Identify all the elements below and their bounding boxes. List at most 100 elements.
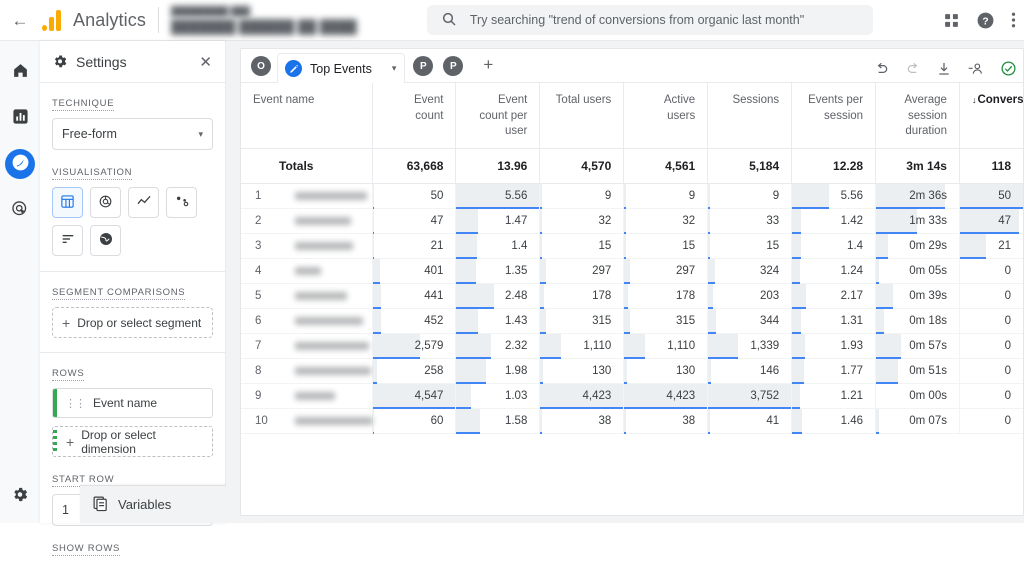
- metric-cell: 1.58: [455, 408, 541, 434]
- totals-cell: 4,570: [539, 148, 625, 184]
- metric-cell: 0: [959, 383, 1023, 409]
- event-name-cell[interactable]: 6: [241, 308, 373, 334]
- cell-bar: [540, 308, 547, 334]
- metric-cell: 0m 29s: [875, 233, 960, 259]
- apps-grid-icon[interactable]: [943, 12, 960, 29]
- metric-cell: 50: [959, 183, 1023, 209]
- sidebar-item-advertising[interactable]: [5, 195, 35, 225]
- row-dimension-chip[interactable]: ⋮⋮ Event name: [52, 388, 213, 418]
- table-row[interactable]: 9 4,547 1.03 4,423 4,423 3,752 1.21 0m 00s 0: [241, 383, 1023, 409]
- column-header[interactable]: Average session duration: [875, 83, 960, 149]
- cell-bar: [372, 333, 420, 359]
- settings-panel-header: Settings ✕: [40, 41, 225, 83]
- redo-icon[interactable]: [905, 61, 921, 77]
- table-row[interactable]: 8 258 1.98 130 130 146 1.77 0m 51s 0: [241, 358, 1023, 384]
- chevron-down-icon[interactable]: ▾: [392, 63, 397, 74]
- sidebar-item-admin[interactable]: [5, 479, 35, 509]
- cell-bar: [372, 308, 381, 334]
- viz-option-bar-chart[interactable]: [52, 225, 83, 256]
- column-header-label: Sessions: [732, 94, 780, 106]
- column-header[interactable]: Active users: [623, 83, 709, 149]
- close-icon[interactable]: ✕: [196, 50, 215, 74]
- metric-cell: 47: [372, 208, 457, 234]
- column-header[interactable]: Event name: [241, 83, 373, 149]
- brand[interactable]: Analytics: [40, 9, 146, 31]
- download-icon[interactable]: [936, 61, 952, 77]
- cell-value: 344: [759, 314, 780, 327]
- viz-option-scatter-chart[interactable]: [166, 187, 197, 218]
- tab-avatar-p2[interactable]: P: [443, 56, 464, 76]
- metric-cell: 258: [372, 358, 457, 384]
- metric-cell: 1.31: [791, 308, 877, 334]
- explore-icon: [11, 153, 30, 175]
- metric-cell: 1.46: [791, 408, 877, 434]
- sidebar-item-reports[interactable]: [5, 103, 35, 133]
- search-box[interactable]: [426, 5, 873, 35]
- column-header[interactable]: ↓Conversions: [959, 83, 1023, 149]
- sidebar-item-explore[interactable]: [5, 149, 35, 179]
- metric-cell: 15: [623, 233, 709, 259]
- cell-bar: [456, 333, 492, 359]
- cell-value: 0m 51s: [909, 364, 947, 377]
- event-name-cell[interactable]: 10: [241, 408, 373, 434]
- cell-value: 47: [430, 214, 444, 227]
- help-icon[interactable]: ?: [976, 11, 995, 30]
- event-name-cell[interactable]: 4: [241, 258, 373, 284]
- metric-cell: 0m 18s: [875, 308, 960, 334]
- event-name-cell[interactable]: 9: [241, 383, 373, 409]
- cell-bar: [876, 258, 880, 284]
- metric-cell: 15: [539, 233, 625, 259]
- share-person-icon[interactable]: [967, 61, 985, 77]
- event-name-cell[interactable]: 8: [241, 358, 373, 384]
- viz-option-line-chart[interactable]: [128, 187, 159, 218]
- sidebar-item-home[interactable]: [5, 57, 35, 87]
- table-row[interactable]: 3 21 1.4 15 15 15 1.4 0m 29s 21: [241, 233, 1023, 259]
- add-tab-button[interactable]: +: [475, 52, 501, 78]
- cell-bar: [624, 258, 630, 284]
- metric-cell: 1.24: [791, 258, 877, 284]
- viz-option-geo-map[interactable]: [90, 225, 121, 256]
- tab-top-events[interactable]: Top Events ▾: [277, 53, 406, 83]
- event-name-cell[interactable]: 1: [241, 183, 373, 209]
- column-header[interactable]: Sessions: [707, 83, 793, 149]
- segment-drop-zone[interactable]: + Drop or select segment: [52, 307, 213, 338]
- table-row[interactable]: 5 441 2.48 178 178 203 2.17 0m 39s 0: [241, 283, 1023, 309]
- table-row[interactable]: 2 47 1.47 32 32 33 1.42 1m 33s 47: [241, 208, 1023, 234]
- technique-select[interactable]: Free-form ▾: [52, 118, 213, 150]
- event-name-cell[interactable]: 7: [241, 333, 373, 359]
- arrow-left-icon[interactable]: ←: [0, 12, 40, 29]
- table-row[interactable]: 1 50 5.56 9 9 9 5.56 2m 36s 50: [241, 183, 1023, 209]
- viz-option-table-chart[interactable]: [52, 187, 83, 218]
- drag-handle-icon[interactable]: ⋮⋮: [65, 397, 86, 410]
- event-name-cell[interactable]: 3: [241, 233, 373, 259]
- event-name-cell[interactable]: 2: [241, 208, 373, 234]
- dimension-drop-zone[interactable]: + Drop or select dimension: [52, 426, 213, 457]
- column-header[interactable]: Events per session: [791, 83, 877, 149]
- cell-bar: [792, 408, 803, 434]
- cell-bar: [708, 258, 716, 284]
- column-header[interactable]: Event count per user: [455, 83, 541, 149]
- tab-owner-avatar[interactable]: O: [251, 56, 271, 76]
- metric-cell: 41: [707, 408, 793, 434]
- check-circle-icon[interactable]: [1000, 60, 1017, 77]
- column-header[interactable]: Total users: [539, 83, 625, 149]
- undo-icon[interactable]: [874, 61, 890, 77]
- table-row[interactable]: 7 2,579 2.32 1,110 1,110 1,339 1.93 0m 57s 0: [241, 333, 1023, 359]
- more-vert-icon[interactable]: [1011, 11, 1016, 29]
- table-row[interactable]: 10 60 1.58 38 38 41 1.46 0m 07s 0: [241, 408, 1023, 434]
- property-selector[interactable]: █████████ ███ ███████ ██████ ██ ████: [171, 6, 357, 34]
- cell-value: 0m 57s: [909, 339, 947, 352]
- table-row[interactable]: 4 401 1.35 297 297 324 1.24 0m 05s 0: [241, 258, 1023, 284]
- cell-value: 1.31: [840, 314, 864, 327]
- top-bar-icons: ?: [943, 11, 1024, 30]
- viz-option-donut-chart[interactable]: [90, 187, 121, 218]
- column-header[interactable]: Event count: [372, 83, 457, 149]
- event-name-redacted: [295, 191, 367, 200]
- event-name-cell[interactable]: 5: [241, 283, 373, 309]
- search-input[interactable]: [467, 12, 859, 28]
- table-row[interactable]: 6 452 1.43 315 315 344 1.31 0m 18s 0: [241, 308, 1023, 334]
- tab-avatar-p1[interactable]: P: [413, 56, 434, 76]
- metric-cell: 9: [623, 183, 709, 209]
- cell-value: 401: [424, 264, 444, 277]
- cell-value: 258: [424, 364, 444, 377]
